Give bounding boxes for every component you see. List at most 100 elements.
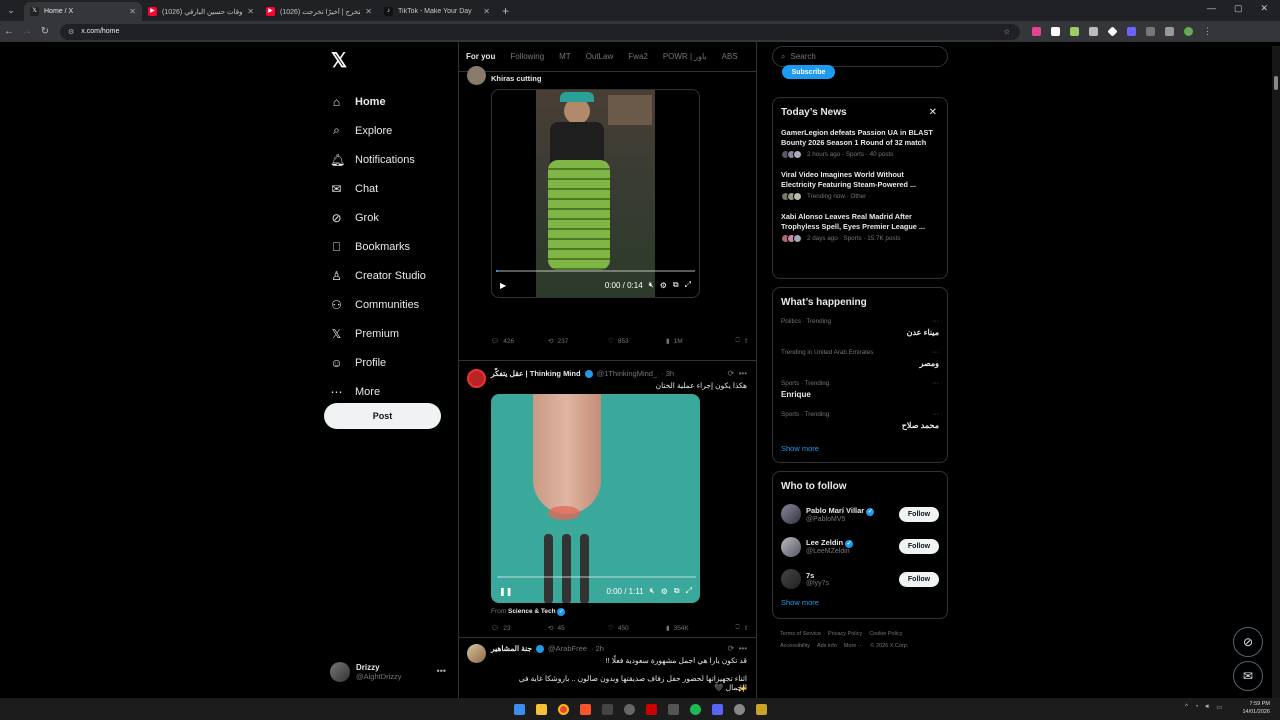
author-handle[interactable]: @ArabFree <box>548 644 587 653</box>
extension-icon[interactable] <box>1032 27 1041 36</box>
footer-link[interactable]: Privacy Policy <box>828 631 862 637</box>
more-icon[interactable]: ··· <box>932 380 939 387</box>
reply-button[interactable]: 💬︎ 426 <box>491 337 548 346</box>
video-progress[interactable] <box>496 270 695 272</box>
subscribe-button[interactable]: Subscribe <box>782 65 835 79</box>
footer-link[interactable]: Cookie Policy <box>869 631 902 637</box>
follow-suggestion[interactable]: 7s @lyy7s Follow <box>773 563 947 596</box>
timeline-tab[interactable]: Fwa2 <box>628 52 648 61</box>
news-item[interactable]: GamerLegion defeats Passion UA in BLAST … <box>773 124 947 166</box>
footer-link[interactable]: Ads info <box>817 643 837 649</box>
mute-icon[interactable]: 🔇︎ <box>650 586 655 596</box>
follow-button[interactable]: Follow <box>899 506 939 522</box>
close-tab-icon[interactable]: ✕ <box>483 7 490 16</box>
sidebar-icon[interactable] <box>1165 27 1174 36</box>
timeline-tab[interactable]: For you <box>466 52 495 61</box>
browser-menu-icon[interactable]: ⋮ <box>1203 26 1212 37</box>
more-icon[interactable]: ··· <box>932 349 939 356</box>
more-icon[interactable]: ⟳ ••• <box>727 369 747 378</box>
search-input[interactable]: ⌕ Search <box>772 46 948 67</box>
follow-suggestion[interactable]: Pablo Marí Villar ✓ @PabloMV5 Follow <box>773 498 947 531</box>
browser-tab[interactable]: ♪ TikTok - Make Your Day ✕ <box>378 2 496 21</box>
more-icon[interactable]: ··· <box>932 318 939 325</box>
settings-icon[interactable]: ⚙ <box>660 281 667 290</box>
nav-item-chat[interactable]: ✉ Chat <box>324 174 454 203</box>
footer-link[interactable]: Terms of Service <box>780 631 821 637</box>
close-window-icon[interactable]: ✕ <box>1260 3 1268 14</box>
bookmark-icon[interactable]: ⎕ <box>736 624 740 632</box>
share-icon[interactable]: ⇧ <box>744 624 749 632</box>
extension-icon[interactable] <box>1107 26 1118 37</box>
close-tab-icon[interactable]: ✕ <box>247 7 254 16</box>
site-info-icon[interactable]: ⚙ <box>68 28 74 36</box>
like-button[interactable]: ♡ 450 <box>608 624 666 633</box>
tweet[interactable]: عقل يتفكّر | Thinking Mind ✓ @1ThinkingM… <box>459 361 756 638</box>
timeline-tab[interactable]: Following <box>510 52 544 61</box>
footer-link[interactable]: Accessibility <box>780 643 810 649</box>
repost-button[interactable]: ⟲ 237 <box>548 337 608 346</box>
nav-item-grok[interactable]: ⊘ Grok <box>324 203 454 232</box>
close-tab-icon[interactable]: ✕ <box>365 7 372 16</box>
x-logo-icon[interactable]: 𝕏 <box>331 48 454 73</box>
trend-item[interactable]: Politics · Trending ميناء عدن ··· <box>773 314 947 345</box>
app-icon[interactable] <box>645 703 657 715</box>
avatar[interactable] <box>781 504 801 525</box>
fullscreen-icon[interactable]: ⤢ <box>685 280 691 290</box>
page-scrollbar[interactable] <box>1272 46 1280 698</box>
extension-icon[interactable] <box>1127 27 1136 36</box>
show-more-link[interactable]: Show more <box>773 596 947 616</box>
trend-item[interactable]: Trending in United Arab Emirates ومصر ··· <box>773 345 947 376</box>
pause-icon[interactable]: ❚❚ <box>499 587 512 596</box>
close-icon[interactable]: ✕ <box>929 107 937 118</box>
app-icon[interactable] <box>667 703 679 715</box>
nav-item-explore[interactable]: ⌕ Explore <box>324 116 454 145</box>
grok-fab-icon[interactable]: ⊘ <box>1233 627 1263 657</box>
brave-icon[interactable] <box>579 703 591 715</box>
follow-button[interactable]: Follow <box>899 571 939 587</box>
extensions-puzzle-icon[interactable] <box>1146 27 1155 36</box>
new-tab-icon[interactable]: + <box>502 4 509 18</box>
nav-item-bookmarks[interactable]: ⎕ Bookmarks <box>324 232 454 261</box>
nav-item-creator-studio[interactable]: ♙ Creator Studio <box>324 262 454 291</box>
nav-item-home[interactable]: ⌂ Home <box>324 87 454 116</box>
discord-icon[interactable] <box>711 703 723 715</box>
timeline-tab[interactable]: ABS <box>722 52 738 61</box>
spotify-icon[interactable] <box>689 703 701 715</box>
profile-avatar[interactable] <box>1184 27 1193 36</box>
app-icon[interactable] <box>733 703 745 715</box>
nav-item-notifications[interactable]: 🔔︎ Notifications <box>324 145 454 174</box>
minimize-icon[interactable]: — <box>1207 3 1216 14</box>
news-item[interactable]: Xabi Alonso Leaves Real Madrid After Tro… <box>773 208 947 250</box>
more-icon[interactable]: ••• <box>437 666 446 676</box>
reply-button[interactable]: 💬︎ 23 <box>491 624 548 633</box>
messages-fab-icon[interactable]: ✉ <box>1233 661 1263 691</box>
fullscreen-icon[interactable]: ⤢ <box>686 586 692 596</box>
avatar[interactable] <box>467 66 486 85</box>
nav-item-premium[interactable]: 𝕏 Premium <box>324 320 454 349</box>
nav-item-profile[interactable]: ☺ Profile <box>324 349 454 378</box>
play-icon[interactable]: ▶ <box>500 281 506 290</box>
author-handle[interactable]: @1ThinkingMind_ <box>597 369 658 378</box>
footer-link[interactable]: More ··· <box>844 643 864 649</box>
avatar[interactable] <box>781 536 801 557</box>
like-button[interactable]: ♡ 853 <box>608 337 666 346</box>
back-icon[interactable]: ← <box>0 26 18 37</box>
timeline-tab[interactable]: MT <box>559 52 571 61</box>
url-field[interactable]: ⚙ x.com/home ☆ <box>60 23 1020 40</box>
tweet[interactable]: Khiras cutting ▶ 0:00 / 0:14 🔇︎ ⚙ ⧉ ⤢ 💬︎… <box>459 66 756 361</box>
extension-icon[interactable] <box>1051 27 1060 36</box>
author-name[interactable]: عقل يتفكّر | Thinking Mind <box>491 369 581 378</box>
more-icon[interactable]: ⟳ ••• <box>727 644 747 653</box>
tweet-time[interactable]: · 3h <box>661 369 674 378</box>
battery-icon[interactable]: ▭ <box>1216 704 1222 711</box>
tab-search-icon[interactable]: ⌄ <box>2 2 20 20</box>
reload-icon[interactable]: ↻ <box>36 26 54 37</box>
maximize-icon[interactable]: ▢ <box>1234 3 1243 14</box>
tweet-video[interactable]: ❚❚ 0:00 / 1:11 🔇︎ ⚙ ⧉ ⤢ <box>491 394 700 603</box>
mute-icon[interactable]: 🔇︎ <box>649 280 654 290</box>
account-switcher[interactable]: Drizzy @AlghtDrizzy ••• <box>330 662 450 682</box>
more-icon[interactable]: ··· <box>932 411 939 418</box>
author-name[interactable]: جنة المشاهير <box>491 644 532 653</box>
avatar[interactable] <box>467 369 486 388</box>
bookmark-icon[interactable]: ⎕ <box>736 337 740 345</box>
